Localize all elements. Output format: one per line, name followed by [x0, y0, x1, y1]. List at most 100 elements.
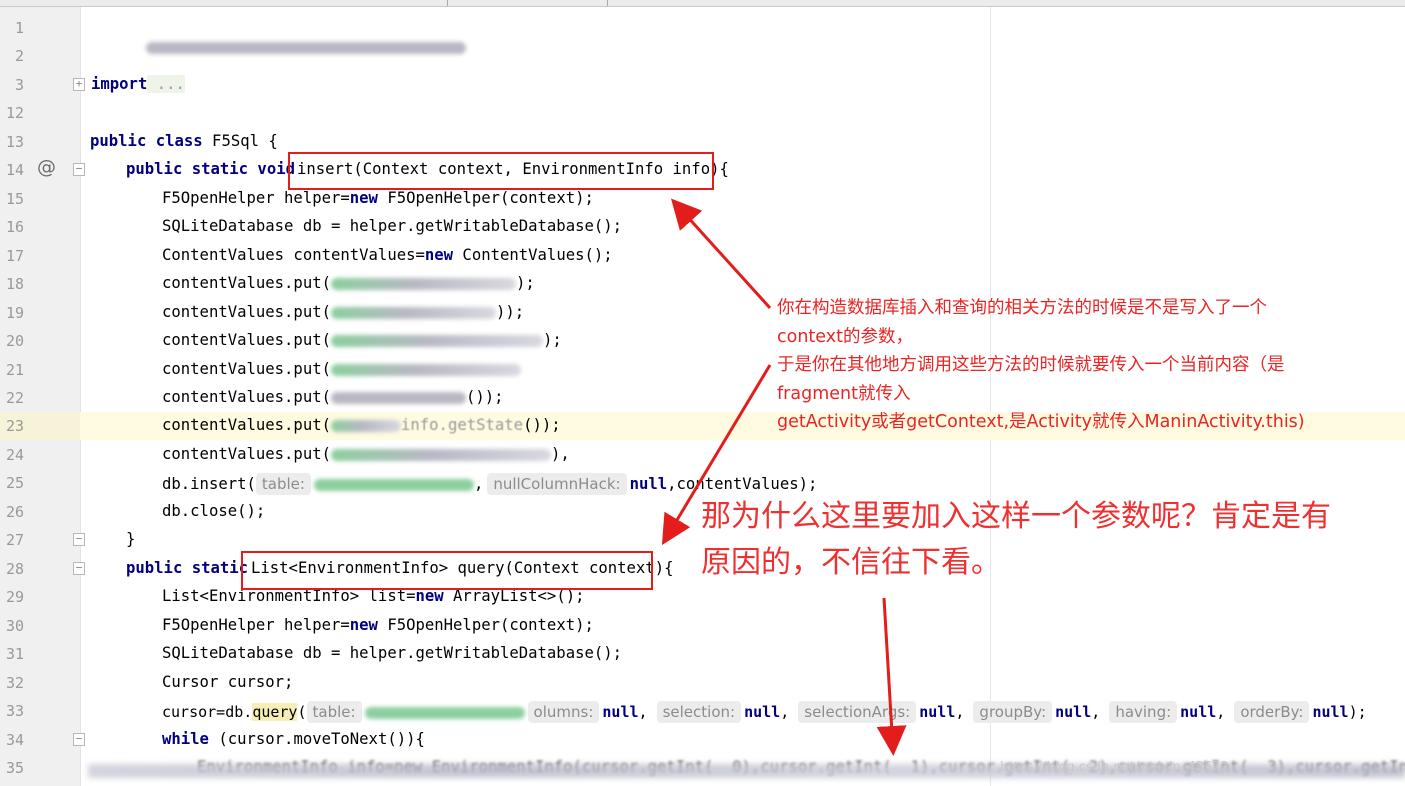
fold-collapse-icon[interactable]: −: [73, 733, 85, 746]
editor-tab-strip: [0, 0, 1405, 7]
put-statement: contentValues.put(info.getState());: [162, 416, 561, 434]
line-number: 26: [5, 503, 24, 521]
put-statement: contentValues.put());: [162, 303, 524, 321]
code-text: contentValues.put(: [162, 360, 331, 378]
line-number: 20: [5, 332, 24, 350]
override-marker-icon[interactable]: @: [37, 156, 56, 178]
line-number: 15: [5, 190, 24, 208]
line-number: 2: [14, 47, 24, 65]
query-signature-highlight: [241, 551, 653, 590]
line-number: 16: [5, 218, 24, 236]
code-line[interactable]: 24 contentValues.put(),: [0, 441, 1405, 469]
code-text: contentValues.put(: [162, 331, 331, 349]
put-statement: contentValues.put();: [162, 274, 535, 292]
fold-collapse-icon[interactable]: −: [73, 562, 85, 575]
code-line[interactable]: 31 SQLiteDatabase db = helper.getWritabl…: [0, 640, 1405, 668]
annotation-note: 你在构造数据库插入和查询的相关方法的时候是不是写入了一个 context的参数，…: [777, 294, 1377, 437]
note-line: context的参数，: [777, 326, 913, 347]
keyword: null: [629, 475, 668, 493]
keyword: new: [349, 189, 378, 207]
keyword: null: [1180, 703, 1217, 721]
blurred-argument: [364, 706, 525, 719]
parameter-hint: table:: [306, 701, 362, 723]
put-statement: contentValues.put(),: [162, 445, 570, 463]
line-number: 3: [14, 76, 24, 94]
code-line[interactable]: 3 + import ...: [0, 71, 1405, 99]
line-number: 1: [14, 19, 24, 37]
code-text: ),: [551, 445, 570, 463]
insert-call: db.insert(table:, nullColumnHack: null,con…: [162, 473, 817, 495]
keyword: new: [349, 616, 378, 634]
parameter-hint: table:: [255, 473, 311, 495]
statement: Cursor cursor;: [162, 673, 294, 691]
code-text: ));: [496, 303, 525, 321]
line-number: 24: [5, 446, 24, 464]
folded-imports[interactable]: ...: [147, 75, 185, 93]
code-line[interactable]: 30 F5OpenHelper helper=new F5OpenHelper(…: [0, 612, 1405, 640]
code-line[interactable]: 33 cursor=db.query(table: olumns: null, se…: [0, 697, 1405, 725]
insert-signature-highlight: [288, 152, 714, 190]
put-statement: contentValues.put();: [162, 331, 562, 349]
big-line: 那为什么这里要加入这样一个参数呢？肯定是有: [701, 499, 1331, 534]
line-number: 23: [5, 417, 24, 435]
fold-collapse-icon[interactable]: −: [73, 163, 85, 176]
line-number: 34: [5, 731, 24, 749]
code-text: ,: [473, 475, 484, 493]
query-call: cursor=db.query(table: olumns: null, selec…: [162, 701, 1367, 723]
code-text: ());: [523, 416, 561, 434]
parameter-hint: olumns:: [527, 701, 600, 723]
blurred-argument: [331, 306, 496, 319]
code-text: ,contentValues);: [667, 475, 818, 493]
line-number: 14: [5, 161, 24, 179]
query-method-keywords: public static: [126, 559, 248, 577]
put-statement: contentValues.put(: [162, 360, 521, 378]
code-line[interactable]: 25 db.insert(table:, nullColumnHack: null,…: [0, 469, 1405, 497]
statement: db.close();: [162, 502, 266, 520]
code-text: ,: [638, 703, 648, 721]
code-text: );: [1348, 703, 1367, 721]
code-text: F5OpenHelper helper=: [162, 616, 350, 634]
blurred-argument: [313, 478, 474, 491]
line-number: 33: [5, 702, 24, 720]
parameter-hint: selection:: [656, 701, 742, 723]
note-line: 你在构造数据库插入和查询的相关方法的时候是不是写入了一个: [777, 298, 1267, 318]
statement: SQLiteDatabase db = helper.getWritableDa…: [162, 217, 623, 235]
code-line[interactable]: 34 − while (cursor.moveToNext()){: [0, 726, 1405, 754]
code-line[interactable]: 16 SQLiteDatabase db = helper.getWritabl…: [0, 213, 1405, 241]
fold-end-icon[interactable]: −: [73, 533, 85, 546]
code-text: );: [543, 331, 562, 349]
code-text: ContentValues();: [453, 246, 613, 264]
code-text: ,: [780, 703, 790, 721]
code-text: F5OpenHelper helper=: [162, 189, 350, 207]
line-number: 35: [5, 759, 24, 777]
parameter-hint: groupBy:: [973, 701, 1053, 723]
code-text: cursor=db.: [162, 703, 253, 721]
tab-edge: [447, 0, 448, 6]
keyword: null: [919, 703, 956, 721]
import-line: import ...: [91, 75, 185, 93]
code-line[interactable]: 12: [0, 99, 1405, 127]
code-text: ,: [1091, 703, 1101, 721]
put-statement: contentValues.put(());: [162, 388, 504, 406]
code-line[interactable]: 17 ContentValues contentValues=new Conte…: [0, 242, 1405, 270]
insert-method-keywords: public static void: [126, 160, 295, 178]
annotation-big: 那为什么这里要加入这样一个参数呢？肯定是有 原因的，不信往下看。: [701, 494, 1401, 586]
code-line[interactable]: 1: [0, 14, 1405, 54]
line-number: 22: [5, 389, 24, 407]
code-line[interactable]: 32 Cursor cursor;: [0, 669, 1405, 697]
statement: F5OpenHelper helper=new F5OpenHelper(con…: [162, 616, 594, 634]
note-line: fragment就传入: [777, 383, 911, 404]
parameter-hint: selectionArgs:: [798, 701, 917, 723]
class-declaration: public class F5Sql {: [90, 132, 278, 150]
keyword: public class: [90, 132, 203, 150]
fold-expand-icon[interactable]: +: [73, 78, 85, 91]
line-number: 17: [5, 247, 24, 265]
code-text: contentValues.put(: [162, 303, 331, 321]
code-line[interactable]: 2: [0, 42, 1405, 70]
parameter-hint: orderBy:: [1234, 701, 1310, 723]
while-loop: while (cursor.moveToNext()){: [162, 730, 425, 748]
code-line[interactable]: 29 List<EnvironmentInfo> list=new ArrayL…: [0, 583, 1405, 611]
code-text: F5OpenHelper(context);: [377, 189, 594, 207]
keyword: null: [744, 703, 781, 721]
highlighted-method[interactable]: query: [252, 703, 298, 721]
